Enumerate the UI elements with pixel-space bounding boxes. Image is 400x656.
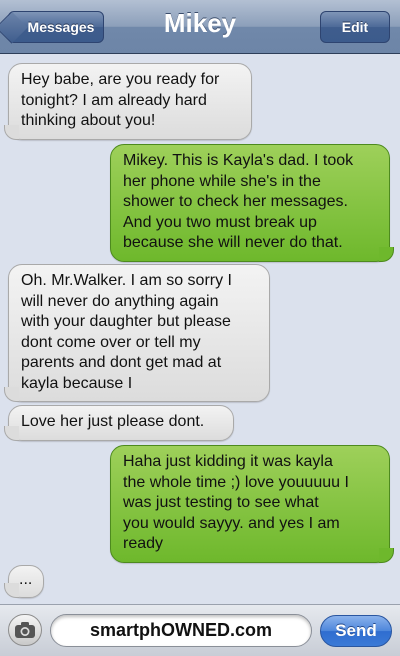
bubble-tail [4,124,19,140]
bubble-tail [379,547,394,563]
typing-indicator-bubble: ... [4,565,44,598]
message-input[interactable]: smartphOWNED.com [50,614,312,647]
bubble-tail [4,582,19,598]
message-bubble-incoming: Love her just please dont. [4,405,234,441]
camera-icon [15,622,35,638]
message-bubble-incoming: Oh. Mr.Walker. I am so sorry I will neve… [4,264,270,402]
bubble-tail [4,387,19,402]
back-messages-button[interactable]: Messages [0,11,104,44]
edit-button[interactable]: Edit [320,11,390,43]
send-button[interactable]: Send [320,615,392,647]
bubble-tail [379,246,394,262]
message-text: Hey babe, are you ready for tonight? I a… [21,71,220,129]
message-bubble-outgoing: Mikey. This is Kayla's dad. I took her p… [110,144,394,262]
message-bubble-incoming: Hey babe, are you ready for tonight? I a… [4,63,252,140]
message-text: Mikey. This is Kayla's dad. I took her p… [123,152,354,251]
typing-indicator-text: ... [19,571,33,588]
back-button-label: Messages [27,19,95,35]
navigation-bar: Messages Mikey Edit [0,0,400,54]
camera-button[interactable] [8,614,42,646]
message-text: Oh. Mr.Walker. I am so sorry I will neve… [21,272,232,392]
message-bubble-outgoing: Haha just kidding it was kayla the whole… [110,445,394,563]
back-arrow-icon [0,11,28,44]
message-text: Haha just kidding it was kayla the whole… [123,453,349,552]
bubble-tail [4,425,19,441]
message-text: Love her just please dont. [21,413,205,430]
conversation-title: Mikey [163,8,237,38]
compose-toolbar: smartphOWNED.com Send [0,604,400,656]
